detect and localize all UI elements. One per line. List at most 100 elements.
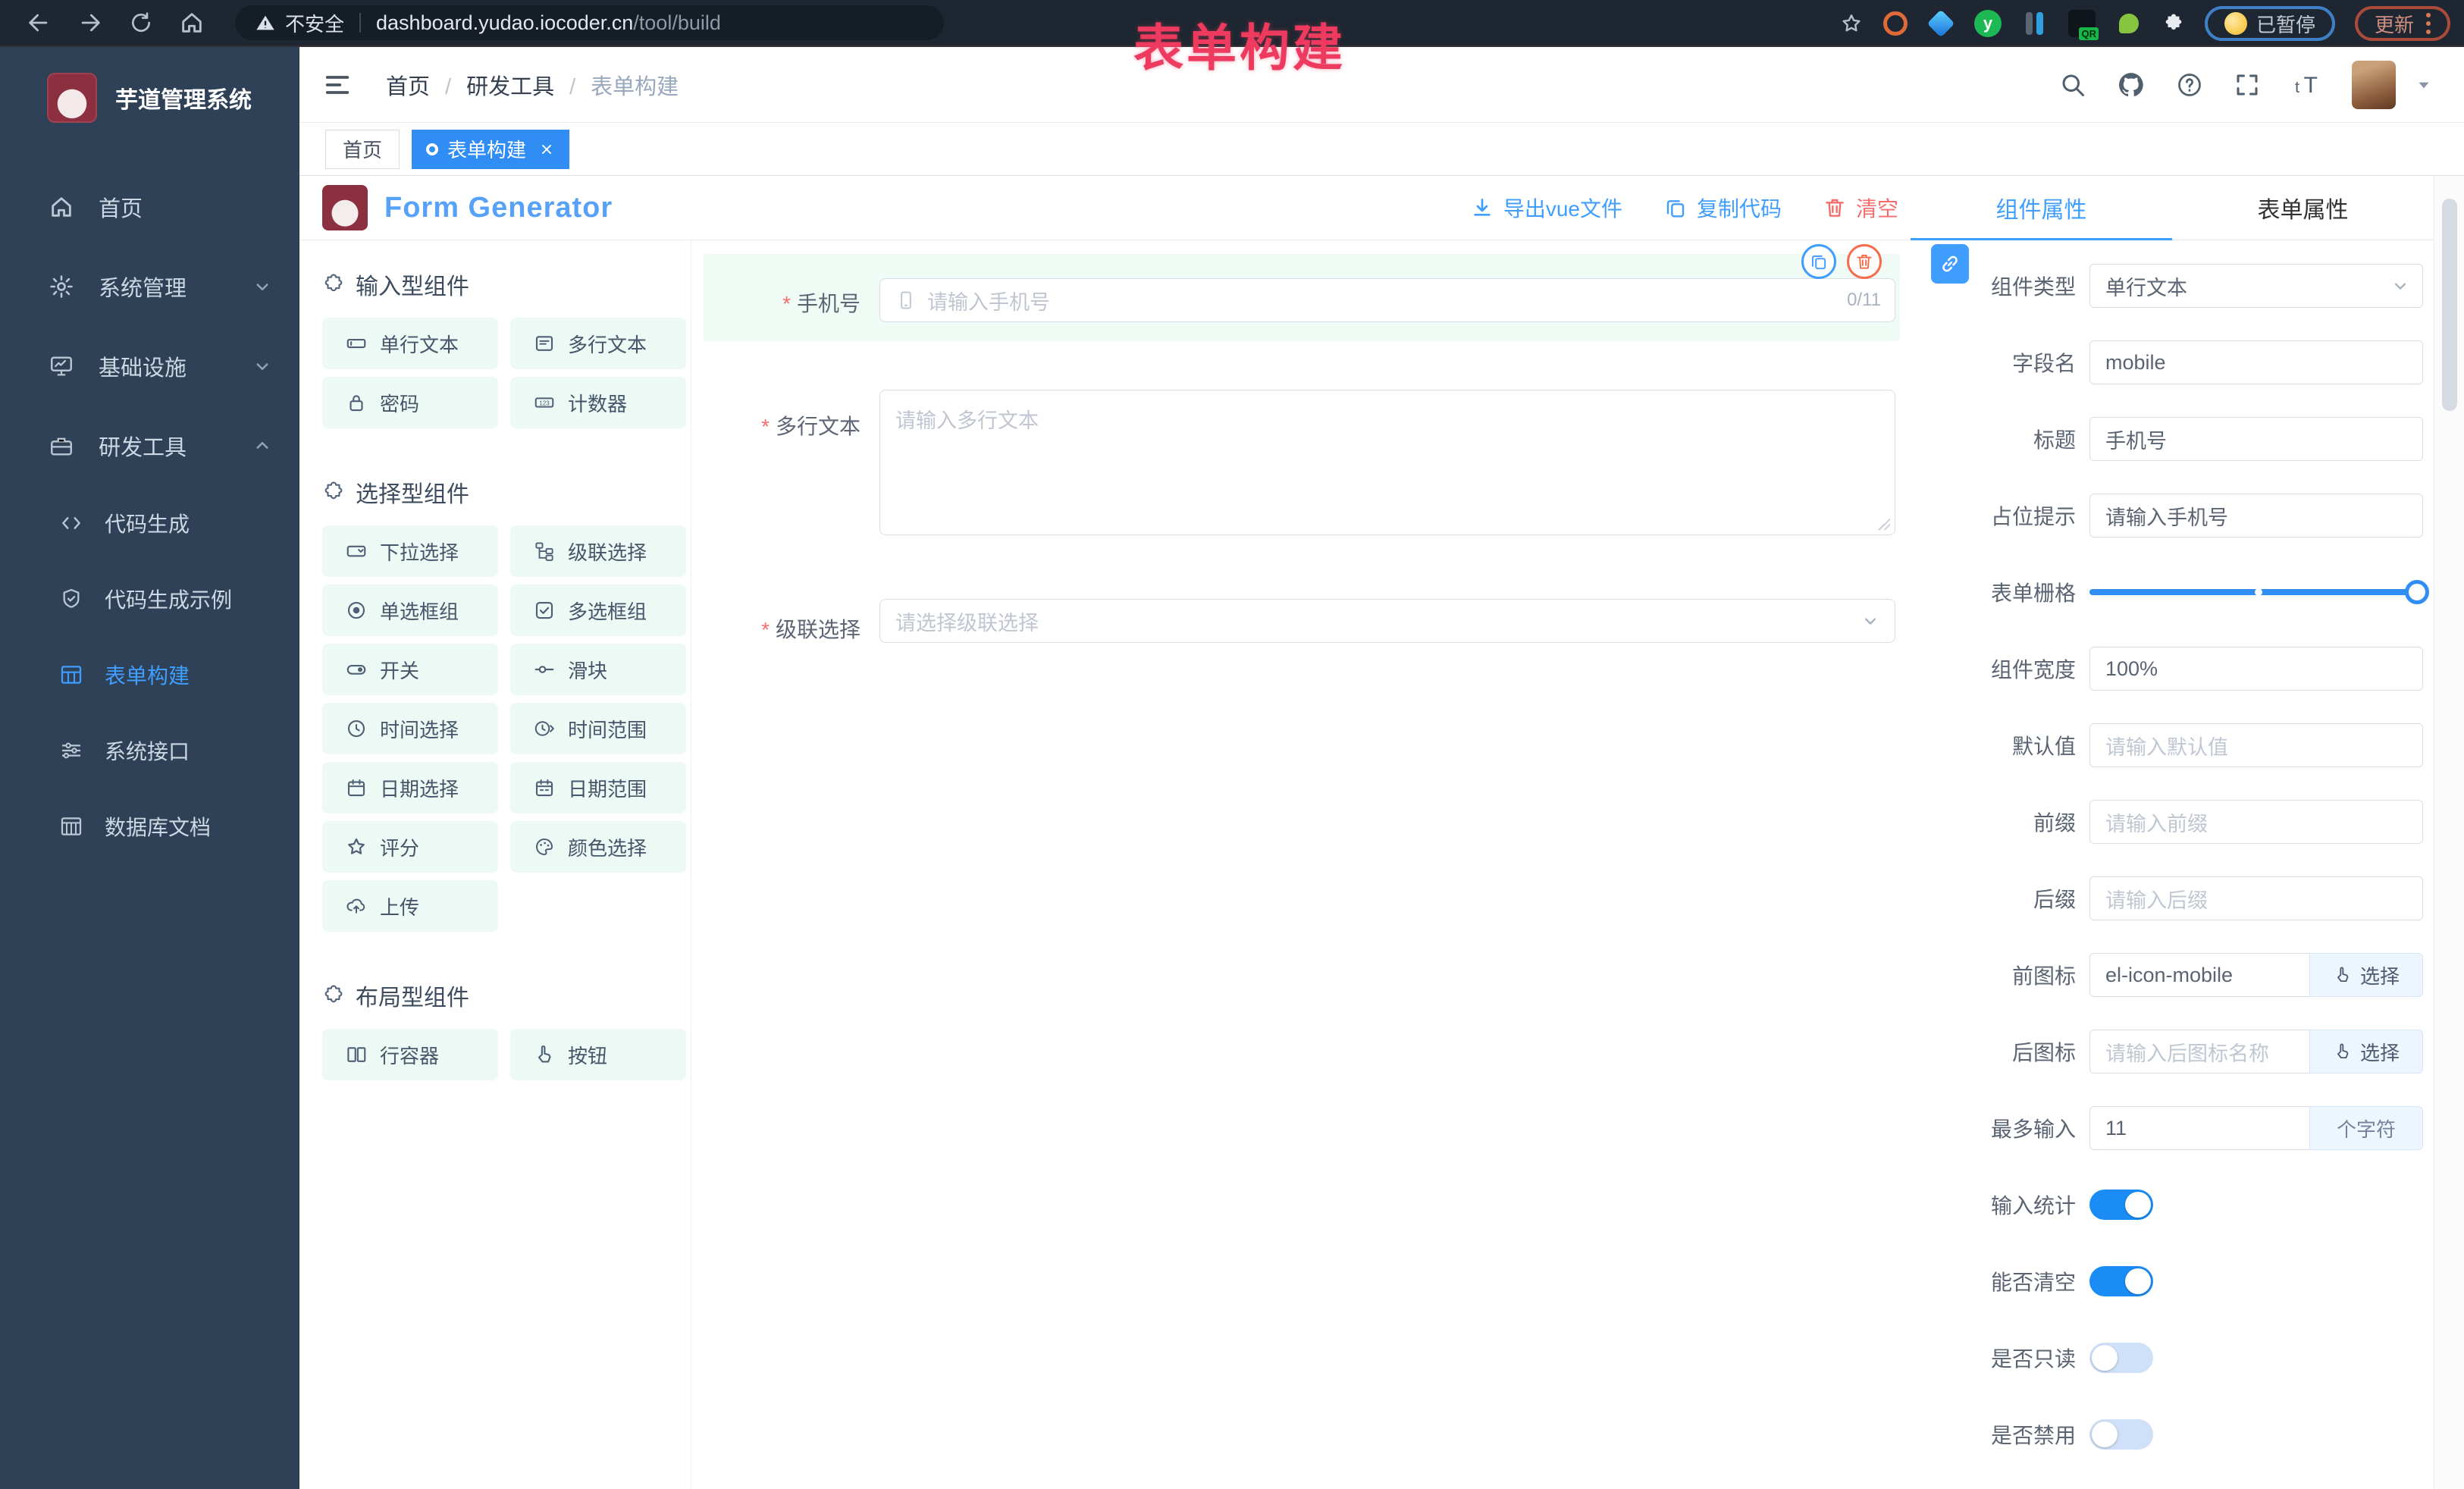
tab-component-props[interactable]: 组件属性 <box>1911 176 2172 240</box>
extension-icon[interactable]: y <box>1974 10 2002 37</box>
fullscreen-icon[interactable] <box>2234 71 2261 99</box>
counter-icon <box>533 391 556 414</box>
duplicate-field-button[interactable] <box>1801 244 1836 279</box>
tab-form-props[interactable]: 表单属性 <box>2172 176 2434 240</box>
palette-item-multiline-text[interactable]: 多行文本 <box>510 318 686 369</box>
font-size-icon[interactable] <box>2291 70 2321 100</box>
palette-item-button[interactable]: 按钮 <box>510 1029 686 1080</box>
tag-form-builder[interactable]: 表单构建 <box>412 130 569 169</box>
sidebar-item-form-builder[interactable]: 表单构建 <box>0 637 299 713</box>
placeholder-input[interactable]: 请输入手机号 <box>2089 494 2423 538</box>
palette-item-slider[interactable]: 滑块 <box>510 644 686 695</box>
multiline-textarea[interactable]: 请输入多行文本 <box>879 390 1895 535</box>
width-input[interactable]: 100% <box>2089 647 2423 691</box>
palette-item-color-picker[interactable]: 颜色选择 <box>510 821 686 873</box>
paused-badge[interactable]: 已暂停 <box>2205 6 2335 41</box>
sidebar-item-codegen-example[interactable]: 代码生成示例 <box>0 561 299 637</box>
slider-handle[interactable] <box>2405 580 2429 604</box>
suffix-input[interactable]: 请输入后缀 <box>2089 876 2423 920</box>
docs-link-button[interactable] <box>1931 244 1969 284</box>
sidebar-item-infrastructure[interactable]: 基础设施 <box>0 326 299 406</box>
breadcrumb-home[interactable]: 首页 <box>386 69 466 101</box>
extension-qr-icon[interactable]: QR <box>2068 10 2096 37</box>
field-name-input[interactable]: mobile <box>2089 340 2423 384</box>
sidebar-item-system-api[interactable]: 系统接口 <box>0 713 299 788</box>
tag-home[interactable]: 首页 <box>325 130 400 169</box>
help-icon[interactable] <box>2176 71 2203 99</box>
extensions-puzzle-icon[interactable] <box>2162 12 2185 35</box>
title-input[interactable]: 手机号 <box>2089 417 2423 461</box>
palette-item-upload[interactable]: 上传 <box>322 880 498 932</box>
vertical-scrollbar[interactable] <box>2434 176 2464 1489</box>
update-button[interactable]: 更新 <box>2355 6 2450 41</box>
caret-down-icon[interactable] <box>2414 75 2434 95</box>
palette-item-dropdown[interactable]: 下拉选择 <box>322 525 498 577</box>
default-value-input[interactable]: 请输入默认值 <box>2089 723 2423 767</box>
prop-row-readonly: 是否只读 <box>1911 1336 2423 1380</box>
breadcrumb-dev-tools[interactable]: 研发工具 <box>466 69 591 101</box>
extension-icon[interactable] <box>2021 10 2049 37</box>
component-type-select[interactable]: 单行文本 <box>2089 264 2423 308</box>
max-length-input[interactable]: 11 <box>2089 1106 2309 1150</box>
palette-item-time-picker[interactable]: 时间选择 <box>322 703 498 754</box>
resize-grip-icon[interactable] <box>1878 518 1890 530</box>
delete-field-button[interactable] <box>1847 244 1882 279</box>
extension-icon[interactable] <box>1927 10 1955 37</box>
bookmark-star-icon[interactable] <box>1839 11 1864 36</box>
more-dots-icon[interactable] <box>2426 13 2431 34</box>
close-icon[interactable] <box>538 141 555 158</box>
prefix-input[interactable]: 请输入前缀 <box>2089 800 2423 844</box>
palette-item-cascader[interactable]: 级联选择 <box>510 525 686 577</box>
suffix-icon-select-button[interactable]: 选择 <box>2309 1030 2423 1074</box>
not-secure-warning-icon[interactable] <box>255 12 276 33</box>
field-label-textarea: 多行文本 <box>691 410 861 440</box>
copy-code-button[interactable]: 复制代码 <box>1663 193 1782 223</box>
prop-row-prefix: 前缀 请输入前缀 <box>1911 800 2423 844</box>
readonly-toggle[interactable] <box>2089 1343 2153 1373</box>
search-icon[interactable] <box>2059 71 2086 99</box>
sidebar-item-home[interactable]: 首页 <box>0 167 299 246</box>
extension-icon[interactable] <box>2115 10 2143 37</box>
clearable-toggle[interactable] <box>2089 1266 2153 1296</box>
palette-item-counter[interactable]: 计数器 <box>510 377 686 428</box>
sidebar-collapse-icon[interactable] <box>322 70 353 100</box>
show-word-limit-toggle[interactable] <box>2089 1190 2153 1220</box>
github-icon[interactable] <box>2117 71 2146 99</box>
clear-button[interactable]: 清空 <box>1823 193 1898 223</box>
palette-item-time-range[interactable]: 时间范围 <box>510 703 686 754</box>
toolbox-icon <box>49 433 74 459</box>
component-icon <box>322 984 345 1007</box>
palette-item-password[interactable]: 密码 <box>322 377 498 428</box>
address-bar[interactable]: 不安全 dashboard.yudao.iocoder.cn/tool/buil… <box>235 5 944 40</box>
palette-item-switch[interactable]: 开关 <box>322 644 498 695</box>
palette-item-radio-group[interactable]: 单选框组 <box>322 585 498 636</box>
link-icon <box>1939 252 1961 275</box>
export-vue-button[interactable]: 导出vue文件 <box>1470 193 1622 223</box>
palette-item-single-line-text[interactable]: 单行文本 <box>322 318 498 369</box>
sidebar-item-code-generation[interactable]: 代码生成 <box>0 485 299 561</box>
sidebar-item-dev-tools[interactable]: 研发工具 <box>0 406 299 485</box>
browser-reload-icon[interactable] <box>129 11 153 35</box>
sidebar-item-system-management[interactable]: 系统管理 <box>0 246 299 326</box>
mobile-input[interactable]: 请输入手机号 0/11 <box>879 278 1895 322</box>
palette-item-rate[interactable]: 评分 <box>322 821 498 873</box>
palette-item-checkbox-group[interactable]: 多选框组 <box>510 585 686 636</box>
prefix-icon-select-button[interactable]: 选择 <box>2309 953 2423 997</box>
sidebar-item-db-docs[interactable]: 数据库文档 <box>0 788 299 864</box>
user-avatar[interactable] <box>2352 61 2396 109</box>
browser-forward-icon[interactable] <box>77 10 103 36</box>
extension-icon[interactable] <box>1883 11 1908 36</box>
disabled-toggle[interactable] <box>2089 1419 2153 1450</box>
suffix-icon-input[interactable]: 请输入后图标名称 <box>2089 1030 2309 1074</box>
browser-home-icon[interactable] <box>179 10 205 36</box>
form-grid-slider[interactable] <box>2089 589 2423 595</box>
palette-item-date-range[interactable]: 日期范围 <box>510 762 686 813</box>
cascader-select[interactable]: 请选择级联选择 <box>879 599 1895 643</box>
security-label[interactable]: 不安全 <box>285 9 344 37</box>
palette-item-date-picker[interactable]: 日期选择 <box>322 762 498 813</box>
browser-extensions-area: y QR 已暂停 更新 <box>1839 0 2450 47</box>
browser-back-icon[interactable] <box>26 10 52 36</box>
prefix-icon-input[interactable]: el-icon-mobile <box>2089 953 2309 997</box>
scrollbar-thumb[interactable] <box>2442 199 2457 411</box>
palette-item-row-container[interactable]: 行容器 <box>322 1029 498 1080</box>
